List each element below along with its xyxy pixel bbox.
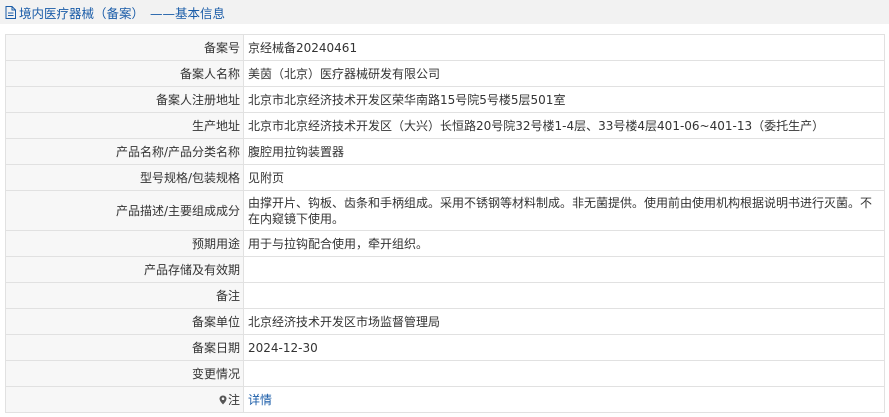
row-label: 预期用途 — [5, 230, 244, 257]
table-row: 备案日期 2024-12-30 — [5, 334, 885, 361]
map-pin-icon — [219, 395, 227, 404]
info-table-container: 备案号 京经械备20240461 备案人名称 美茵（北京）医疗器械研发有限公司 … — [5, 34, 885, 413]
document-icon — [5, 5, 16, 19]
note-label: 注 — [227, 392, 240, 407]
table-row: 备注 — [5, 282, 885, 309]
table-row: 产品存储及有效期 — [5, 256, 885, 283]
row-label: 备注 — [5, 282, 244, 309]
table-row: 产品名称/产品分类名称 腹腔用拉钩装置器 — [5, 138, 885, 165]
row-value — [243, 360, 885, 387]
page-subtitle: ——基本信息 — [150, 5, 226, 21]
row-value — [243, 282, 885, 309]
table-row: 型号规格/包装规格 见附页 — [5, 164, 885, 191]
row-value: 京经械备20240461 — [243, 34, 885, 61]
row-label: 备案号 — [5, 34, 244, 61]
row-label: 备案日期 — [5, 334, 244, 361]
note-label-cell: 注 — [5, 386, 244, 413]
row-label: 产品存储及有效期 — [5, 256, 244, 283]
table-row: 备案单位 北京经济技术开发区市场监督管理局 — [5, 308, 885, 335]
row-value: 腹腔用拉钩装置器 — [243, 138, 885, 165]
row-label: 生产地址 — [5, 112, 244, 139]
table-row: 预期用途 用于与拉钩配合使用，牵开组织。 — [5, 230, 885, 257]
table-row: 变更情况 — [5, 360, 885, 387]
row-label: 备案人名称 — [5, 60, 244, 87]
row-value: 2024-12-30 — [243, 334, 885, 361]
page-header: 境内医疗器械（备案） ——基本信息 — [0, 0, 889, 24]
table-row: 生产地址 北京市北京经济技术开发区（大兴）长恒路20号院32号楼1-4层、33号… — [5, 112, 885, 139]
page-title: 境内医疗器械（备案） — [19, 5, 145, 21]
table-row: 备案人名称 美茵（北京）医疗器械研发有限公司 — [5, 60, 885, 87]
row-value: 美茵（北京）医疗器械研发有限公司 — [243, 60, 885, 87]
row-label: 产品名称/产品分类名称 — [5, 138, 244, 165]
row-value: 由撑开片、钩板、齿条和手柄组成。采用不锈钢等材料制成。非无菌提供。使用前由使用机… — [243, 190, 885, 231]
row-label: 型号规格/包装规格 — [5, 164, 244, 191]
table-row: 产品描述/主要组成成分 由撑开片、钩板、齿条和手柄组成。采用不锈钢等材料制成。非… — [5, 190, 885, 231]
row-label: 备案单位 — [5, 308, 244, 335]
row-value: 见附页 — [243, 164, 885, 191]
row-value — [243, 256, 885, 283]
details-link[interactable]: 详情 — [248, 393, 272, 407]
table-row-note: 注 详情 — [5, 386, 885, 413]
row-label: 产品描述/主要组成成分 — [5, 190, 244, 231]
table-row: 备案号 京经械备20240461 — [5, 34, 885, 61]
row-value: 用于与拉钩配合使用，牵开组织。 — [243, 230, 885, 257]
row-value: 北京市北京经济技术开发区荣华南路15号院5号楼5层501室 — [243, 86, 885, 113]
note-value-cell: 详情 — [243, 386, 885, 413]
row-label: 变更情况 — [5, 360, 244, 387]
info-table: 备案号 京经械备20240461 备案人名称 美茵（北京）医疗器械研发有限公司 … — [5, 34, 885, 413]
row-value: 北京市北京经济技术开发区（大兴）长恒路20号院32号楼1-4层、33号楼4层40… — [243, 112, 885, 139]
table-row: 备案人注册地址 北京市北京经济技术开发区荣华南路15号院5号楼5层501室 — [5, 86, 885, 113]
row-label: 备案人注册地址 — [5, 86, 244, 113]
row-value: 北京经济技术开发区市场监督管理局 — [243, 308, 885, 335]
